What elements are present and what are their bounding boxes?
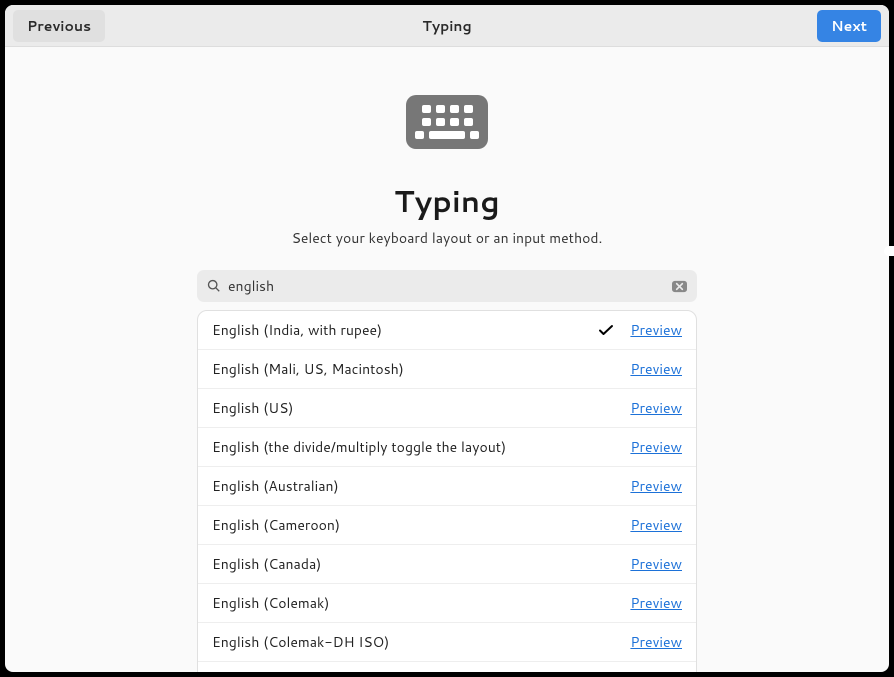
layout-name: English (Colemak-DH ISO) — [212, 632, 630, 652]
layout-row[interactable]: English (Australian)Preview — [198, 467, 696, 506]
layout-name: English (Canada) — [212, 554, 630, 574]
layout-row[interactable]: English (Colemak-DH ISO)Preview — [198, 623, 696, 662]
page-subtitle: Select your keyboard layout or an input … — [292, 228, 603, 248]
check-icon — [598, 322, 614, 338]
layout-list: English (India, with rupee)PreviewEnglis… — [197, 310, 697, 672]
preview-link[interactable]: Preview — [630, 398, 682, 418]
page-title: Typing — [394, 179, 500, 222]
layout-name: English (Colemak-DH) — [212, 671, 630, 672]
preview-link[interactable]: Preview — [630, 515, 682, 535]
keyboard-icon — [406, 95, 488, 149]
titlebar-title: Typing — [422, 16, 471, 36]
preview-link[interactable]: Preview — [630, 593, 682, 613]
layout-row[interactable]: English (Canada)Preview — [198, 545, 696, 584]
titlebar: Previous Typing Next — [5, 5, 889, 47]
search-icon — [207, 279, 221, 293]
clear-icon[interactable] — [672, 279, 687, 294]
content-area: Typing Select your keyboard layout or an… — [5, 47, 889, 672]
setup-window: Previous Typing Next Typing Select your … — [5, 5, 889, 672]
layout-name: English (US) — [212, 398, 630, 418]
next-button[interactable]: Next — [817, 10, 881, 42]
layout-row[interactable]: English (India, with rupee) Preview — [198, 311, 696, 350]
layout-row[interactable]: English (Cameroon)Preview — [198, 506, 696, 545]
layout-name: English (the divide/multiply toggle the … — [212, 437, 630, 457]
preview-link[interactable]: Preview — [630, 671, 682, 672]
preview-link[interactable]: Preview — [630, 320, 682, 340]
previous-button[interactable]: Previous — [13, 10, 105, 42]
layout-row[interactable]: English (Mali, US, Macintosh)Preview — [198, 350, 696, 389]
cursor-indicator — [884, 246, 894, 256]
search-field[interactable] — [197, 270, 697, 302]
layout-name: English (India, with rupee) — [212, 320, 598, 340]
preview-link[interactable]: Preview — [630, 476, 682, 496]
layout-row[interactable]: English (US)Preview — [198, 389, 696, 428]
layout-row[interactable]: English (Colemak)Preview — [198, 584, 696, 623]
preview-link[interactable]: Preview — [630, 632, 682, 652]
preview-link[interactable]: Preview — [630, 359, 682, 379]
layout-name: English (Cameroon) — [212, 515, 630, 535]
layout-row[interactable]: English (Colemak-DH)Preview — [198, 662, 696, 672]
search-input[interactable] — [228, 276, 665, 296]
layout-name: English (Australian) — [212, 476, 630, 496]
preview-link[interactable]: Preview — [630, 554, 682, 574]
layout-name: English (Colemak) — [212, 593, 630, 613]
preview-link[interactable]: Preview — [630, 437, 682, 457]
layout-row[interactable]: English (the divide/multiply toggle the … — [198, 428, 696, 467]
layout-panel: English (India, with rupee)PreviewEnglis… — [197, 270, 697, 672]
layout-name: English (Mali, US, Macintosh) — [212, 359, 630, 379]
